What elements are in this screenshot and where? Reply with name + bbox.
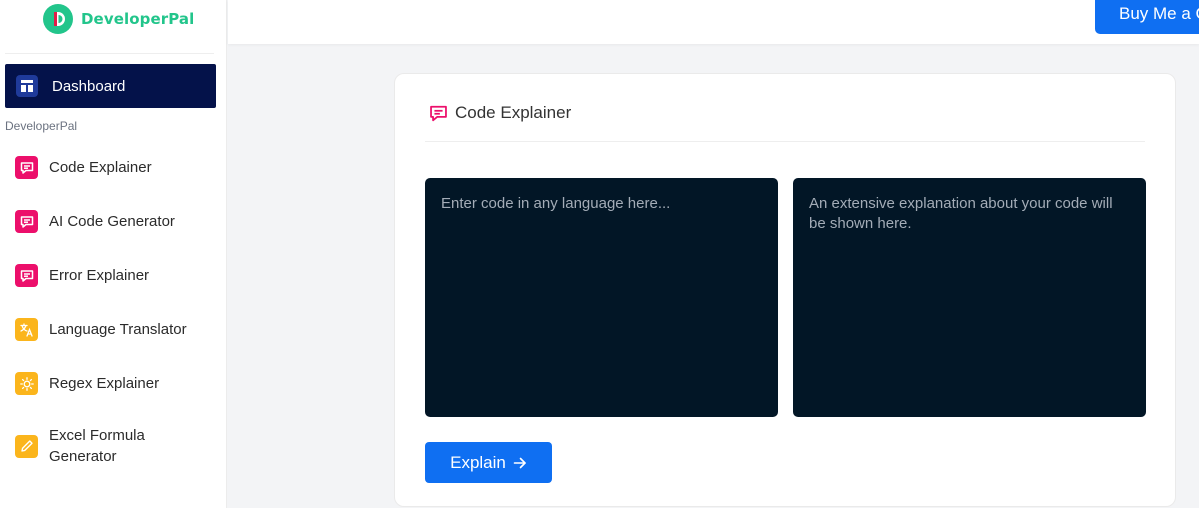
sidebar-item-label: Dashboard: [52, 77, 126, 95]
translate-icon: [15, 318, 38, 341]
code-explainer-card: Code Explainer An extensive explanation …: [394, 73, 1176, 507]
sidebar-item-code-explainer[interactable]: Code Explainer: [15, 156, 220, 179]
card-header: Code Explainer: [429, 103, 571, 123]
explanation-output: An extensive explanation about your code…: [793, 178, 1146, 417]
chat-icon: [430, 105, 447, 121]
sidebar-item-excel-formula-generator[interactable]: Excel Formula Generator: [15, 425, 165, 467]
explain-button-label: Explain: [450, 452, 506, 472]
explain-button[interactable]: Explain: [425, 442, 552, 483]
chat-icon: [15, 156, 38, 179]
sidebar-item-label: Excel Formula Generator: [49, 427, 145, 465]
sidebar-item-label: Regex Explainer: [49, 375, 160, 392]
sidebar-item-error-explainer[interactable]: Error Explainer: [15, 264, 220, 287]
brand[interactable]: DeveloperPal: [43, 4, 194, 34]
sidebar-item-label: Error Explainer: [49, 267, 150, 284]
chat-icon: [15, 264, 38, 287]
sidebar-item-regex-explainer[interactable]: Regex Explainer: [15, 372, 220, 395]
sidebar: DeveloperPal Dashboard DeveloperPal Code…: [0, 0, 227, 508]
sidebar-item-ai-code-generator[interactable]: AI Code Generator: [15, 210, 220, 233]
brand-name: DeveloperPal: [81, 10, 195, 28]
sidebar-item-language-translator[interactable]: Language Translator: [15, 318, 220, 341]
chat-icon: [15, 210, 38, 233]
sidebar-item-label: Language Translator: [49, 321, 187, 338]
page-title: Code Explainer: [455, 103, 572, 122]
code-input[interactable]: [441, 194, 762, 401]
arrow-right-icon: [513, 457, 526, 468]
dashboard-icon: [16, 75, 38, 97]
divider: [425, 141, 1145, 142]
lightbulb-icon: [15, 372, 38, 395]
divider: [5, 53, 214, 54]
sidebar-item-label: AI Code Generator: [49, 213, 175, 230]
top-bar: [228, 0, 1199, 44]
pencil-icon: [15, 434, 38, 458]
sidebar-item-dashboard[interactable]: Dashboard: [5, 64, 216, 108]
buy-me-a-coffee-button[interactable]: Buy Me a Coffee: [1095, 0, 1199, 34]
sidebar-item-label: Code Explainer: [49, 159, 152, 176]
brand-logo-icon: [43, 4, 73, 34]
code-input-panel[interactable]: [425, 178, 778, 417]
sidebar-section-label: DeveloperPal: [5, 119, 78, 133]
